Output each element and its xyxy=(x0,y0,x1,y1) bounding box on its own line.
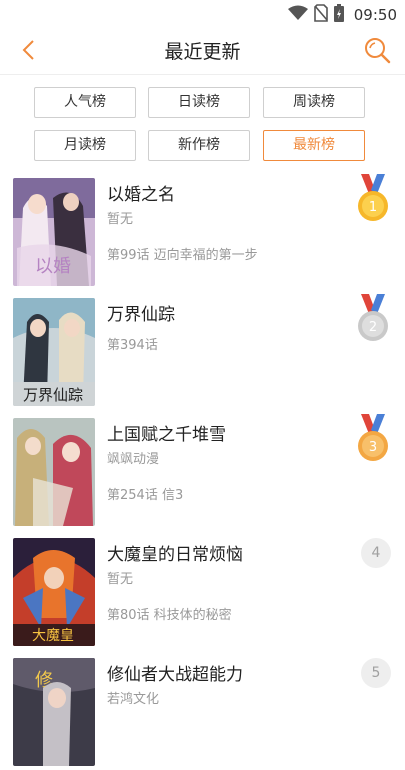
status-bar: 09:50 xyxy=(0,0,405,30)
rank-number: 1 xyxy=(369,200,377,215)
search-button[interactable] xyxy=(361,36,393,68)
comic-cover: 以婚 xyxy=(13,178,95,286)
list-item[interactable]: 以婚 以婚之名 暂无 第99话 迈向幸福的第一步 1 xyxy=(0,170,405,290)
comic-title: 修仙者大战超能力 xyxy=(107,665,243,685)
comic-cover: 万界仙踪 xyxy=(13,298,95,406)
list-item[interactable]: 修 修仙者大战超能力 若鸿文化 5 xyxy=(0,650,405,770)
wifi-icon xyxy=(287,5,308,25)
comic-cover: 大魔皇 xyxy=(13,538,95,646)
comic-author: 暂无 xyxy=(107,212,134,227)
status-icons: 09:50 xyxy=(287,4,397,26)
comic-author: 若鸿文化 xyxy=(107,692,160,707)
svg-text:以婚: 以婚 xyxy=(35,256,71,277)
comic-author: 飒飒动漫 xyxy=(107,452,160,467)
app-header: 最近更新 xyxy=(0,30,405,75)
list-item[interactable]: 万界仙踪 万界仙踪 第394话 2 xyxy=(0,290,405,410)
latest-chapter: 第99话 迈向幸福的第一步 xyxy=(107,248,258,263)
tab-monthly[interactable]: 月读榜 xyxy=(34,130,136,161)
tab-new-works[interactable]: 新作榜 xyxy=(148,130,250,161)
svg-text:大魔皇: 大魔皇 xyxy=(32,628,74,644)
latest-chapter: 第80话 科技体的秘密 xyxy=(107,608,232,623)
comic-title: 大魔皇的日常烦恼 xyxy=(107,545,243,565)
tab-popular[interactable]: 人气榜 xyxy=(34,87,136,118)
rank-number: 3 xyxy=(369,440,377,455)
tab-weekly[interactable]: 周读榜 xyxy=(263,87,365,118)
gold-medal-icon: 1 xyxy=(355,174,391,224)
comic-title: 以婚之名 xyxy=(107,185,175,205)
bronze-medal-icon: 3 xyxy=(355,414,391,464)
tab-latest[interactable]: 最新榜 xyxy=(263,130,365,161)
list-item[interactable]: 大魔皇 大魔皇的日常烦恼 暂无 第80话 科技体的秘密 4 xyxy=(0,530,405,650)
silver-medal-icon: 2 xyxy=(355,294,391,344)
status-time: 09:50 xyxy=(353,6,397,24)
comic-cover xyxy=(13,418,95,526)
rank-badge: 5 xyxy=(361,658,391,688)
rank-number: 2 xyxy=(369,320,377,335)
rank-badge: 4 xyxy=(361,538,391,568)
tab-daily[interactable]: 日读榜 xyxy=(148,87,250,118)
chevron-left-icon xyxy=(21,39,35,65)
latest-chapter: 第254话 信3 xyxy=(107,488,184,503)
svg-text:万界仙踪: 万界仙踪 xyxy=(23,386,83,404)
back-button[interactable] xyxy=(14,38,42,66)
search-icon xyxy=(363,36,391,68)
comic-cover: 修 xyxy=(13,658,95,766)
comic-author: 暂无 xyxy=(107,572,134,587)
comic-title: 万界仙踪 xyxy=(107,305,175,325)
no-sim-icon xyxy=(313,4,328,26)
list-item[interactable]: 上国赋之千堆雪 飒飒动漫 第254话 信3 3 xyxy=(0,410,405,530)
latest-chapter: 第394话 xyxy=(107,338,158,353)
ranking-tabs: 人气榜 日读榜 周读榜 月读榜 新作榜 最新榜 xyxy=(0,75,405,165)
page-title: 最近更新 xyxy=(164,41,241,63)
comic-title: 上国赋之千堆雪 xyxy=(107,425,226,445)
battery-charging-icon xyxy=(333,4,344,26)
